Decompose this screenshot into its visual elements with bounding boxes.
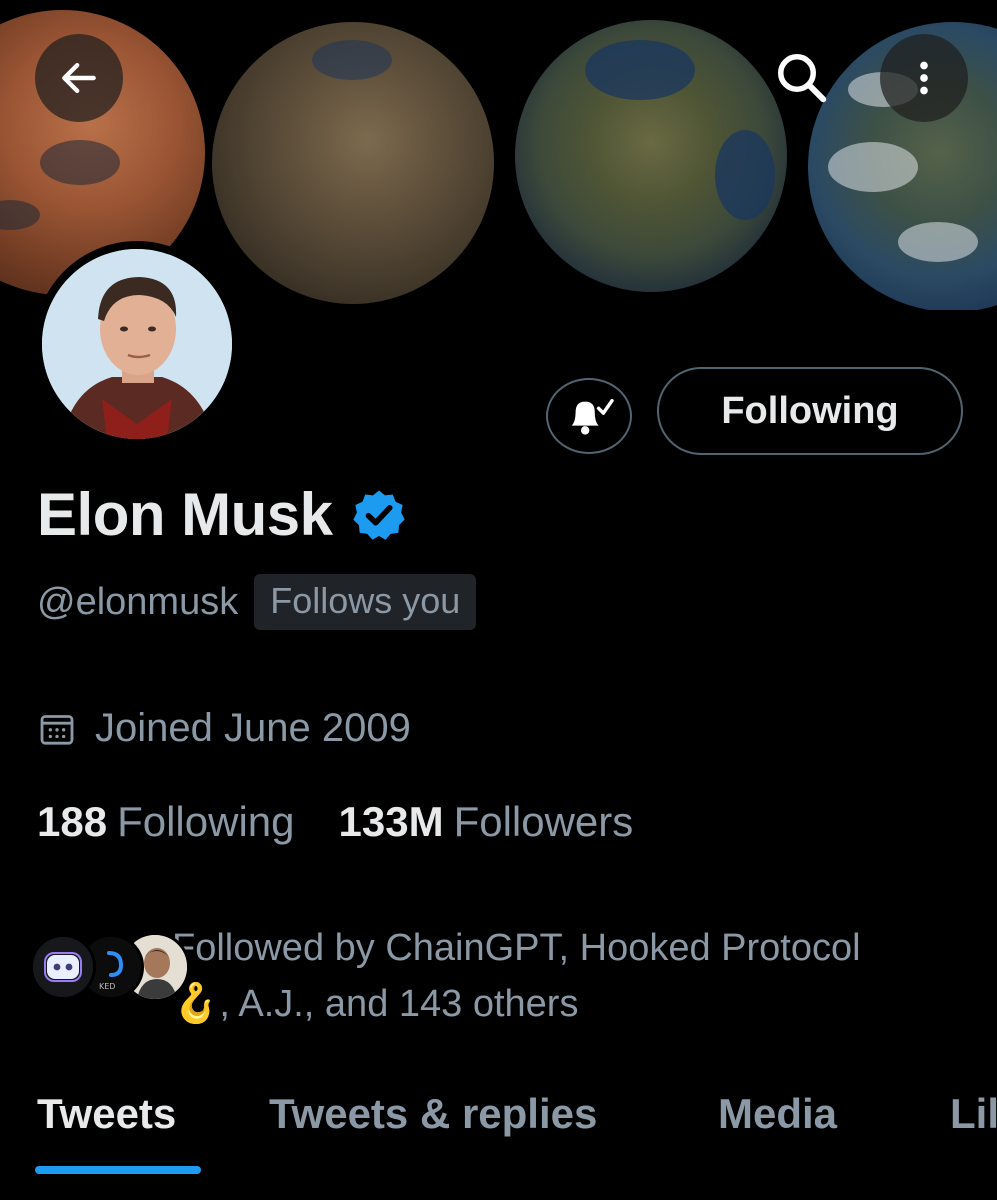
more-options-button[interactable]	[880, 34, 968, 122]
following-label: Following	[117, 798, 295, 845]
followed-by-line2: , A.J., and 143 others	[219, 983, 579, 1025]
tab-likes[interactable]: Lil	[950, 1090, 997, 1138]
more-vertical-icon	[920, 61, 928, 95]
joined-date-row: Joined June 2009	[37, 706, 411, 751]
avatar-photo	[42, 249, 232, 439]
tab-tweets[interactable]: Tweets	[37, 1090, 176, 1138]
followers-count: 133M	[338, 798, 444, 845]
tab-media[interactable]: Media	[718, 1090, 837, 1138]
follows-you-badge: Follows you	[254, 574, 477, 630]
svg-text:KED: KED	[99, 982, 115, 991]
planet-terraforming-early	[212, 22, 494, 304]
notification-bell-check-icon	[571, 398, 614, 435]
following-count: 188	[37, 798, 108, 845]
back-arrow-icon	[62, 62, 96, 94]
notifications-button[interactable]	[546, 378, 632, 454]
search-button[interactable]	[758, 34, 846, 122]
follower-avatar-chaingpt	[30, 934, 96, 1000]
following-stat[interactable]: 188 Following	[37, 798, 295, 846]
joined-date: Joined June 2009	[95, 706, 411, 750]
followers-stat[interactable]: 133M Followers	[339, 798, 634, 846]
planet-terraforming-mid	[515, 20, 787, 292]
followers-label: Followers	[453, 798, 634, 845]
calendar-icon	[40, 714, 74, 745]
profile-avatar[interactable]	[34, 241, 240, 447]
profile-handle: @elonmusk	[37, 580, 239, 623]
followed-by-row[interactable]: KED Followed by ChainGPT, Hooked Protoco…	[30, 918, 970, 1028]
profile-name: Elon Musk	[37, 481, 333, 548]
verified-badge-icon[interactable]	[351, 487, 407, 543]
profile-name-row: Elon Musk	[37, 480, 407, 549]
profile-tabs: Tweets Tweets & replies Media Lil	[0, 1080, 997, 1200]
follow-stats: 188 Following 133M Followers	[37, 798, 633, 846]
active-tab-indicator	[35, 1166, 201, 1174]
followed-by-text: Followed by ChainGPT, Hooked Protocol 🪝,…	[172, 920, 962, 1032]
followed-by-line1: Followed by ChainGPT, Hooked Protocol	[172, 927, 861, 969]
handle-row: @elonmusk Follows you	[37, 574, 477, 630]
tab-tweets-and-replies[interactable]: Tweets & replies	[269, 1090, 597, 1138]
back-button[interactable]	[35, 34, 123, 122]
following-button[interactable]: Following	[657, 367, 963, 455]
search-icon	[778, 54, 827, 103]
